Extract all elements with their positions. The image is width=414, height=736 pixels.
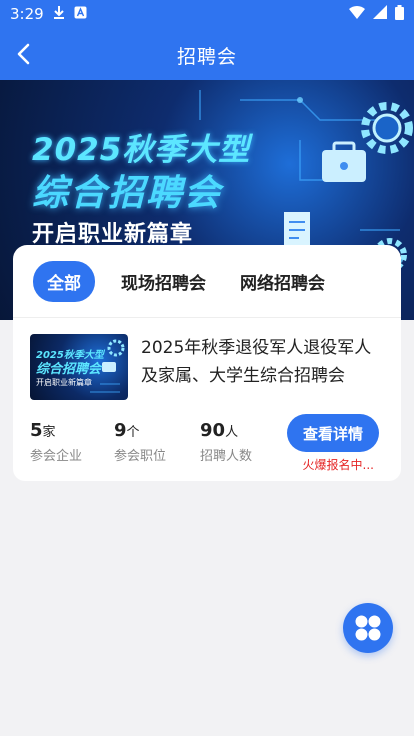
app-bar: 招聘会 xyxy=(0,28,414,80)
stat-value: 90 xyxy=(200,420,226,441)
grid-icon xyxy=(355,615,381,641)
stat-value: 9 xyxy=(114,420,127,441)
document-icon xyxy=(284,212,310,246)
stat-unit: 人 xyxy=(225,425,239,440)
stat-unit: 家 xyxy=(42,425,56,440)
event-title: 2025年秋季退役军人退役军人及家属、大学生综合招聘会 xyxy=(141,338,372,386)
status-time: 3:29 xyxy=(10,5,44,23)
tab-online[interactable]: 网络招聘会 xyxy=(240,269,325,294)
page-title: 招聘会 xyxy=(176,46,237,68)
job-fair-card[interactable]: 2025秋季大型 综合招聘会 开启职业新篇章 2025年秋季退役军人退役军人及家… xyxy=(13,318,401,481)
stat-companies: 5家 参会企业 xyxy=(30,420,82,464)
download-icon xyxy=(52,5,66,23)
stat-unit: 个 xyxy=(126,425,140,440)
tab-onsite[interactable]: 现场招聘会 xyxy=(121,269,206,294)
app-notification-icon xyxy=(74,5,87,23)
wifi-icon xyxy=(349,5,365,23)
thumbnail-line2: 综合招聘会 xyxy=(36,362,102,377)
banner-slogan: 开启职业新篇章 xyxy=(32,222,194,247)
view-details-button[interactable]: 查看详情 xyxy=(287,414,379,452)
stat-value: 5 xyxy=(30,420,43,441)
banner-heading-line2: 综合招聘会 xyxy=(32,173,223,214)
menu-fab-button[interactable] xyxy=(343,603,393,653)
briefcase-icon xyxy=(322,141,366,182)
stat-label: 参会企业 xyxy=(30,449,83,464)
stat-hiring-count: 90人 招聘人数 xyxy=(200,420,252,464)
gear-icon xyxy=(361,102,413,154)
stat-positions: 9个 参会职位 xyxy=(114,420,166,464)
stat-label: 参会职位 xyxy=(114,449,167,464)
hot-registration-text: 火爆报名中... xyxy=(302,458,374,472)
event-thumbnail: 2025秋季大型 综合招聘会 开启职业新篇章 xyxy=(30,334,128,400)
filter-tabs: 全部 现场招聘会 网络招聘会 xyxy=(13,245,401,317)
thumbnail-line3: 开启职业新篇章 xyxy=(36,378,92,387)
tab-all[interactable]: 全部 xyxy=(33,260,95,302)
signal-icon xyxy=(373,5,387,23)
battery-icon xyxy=(395,4,404,24)
stat-label: 招聘人数 xyxy=(200,449,253,464)
banner-heading-line1: 2025秋季大型 xyxy=(32,132,251,168)
status-bar: 3:29 xyxy=(0,0,414,28)
